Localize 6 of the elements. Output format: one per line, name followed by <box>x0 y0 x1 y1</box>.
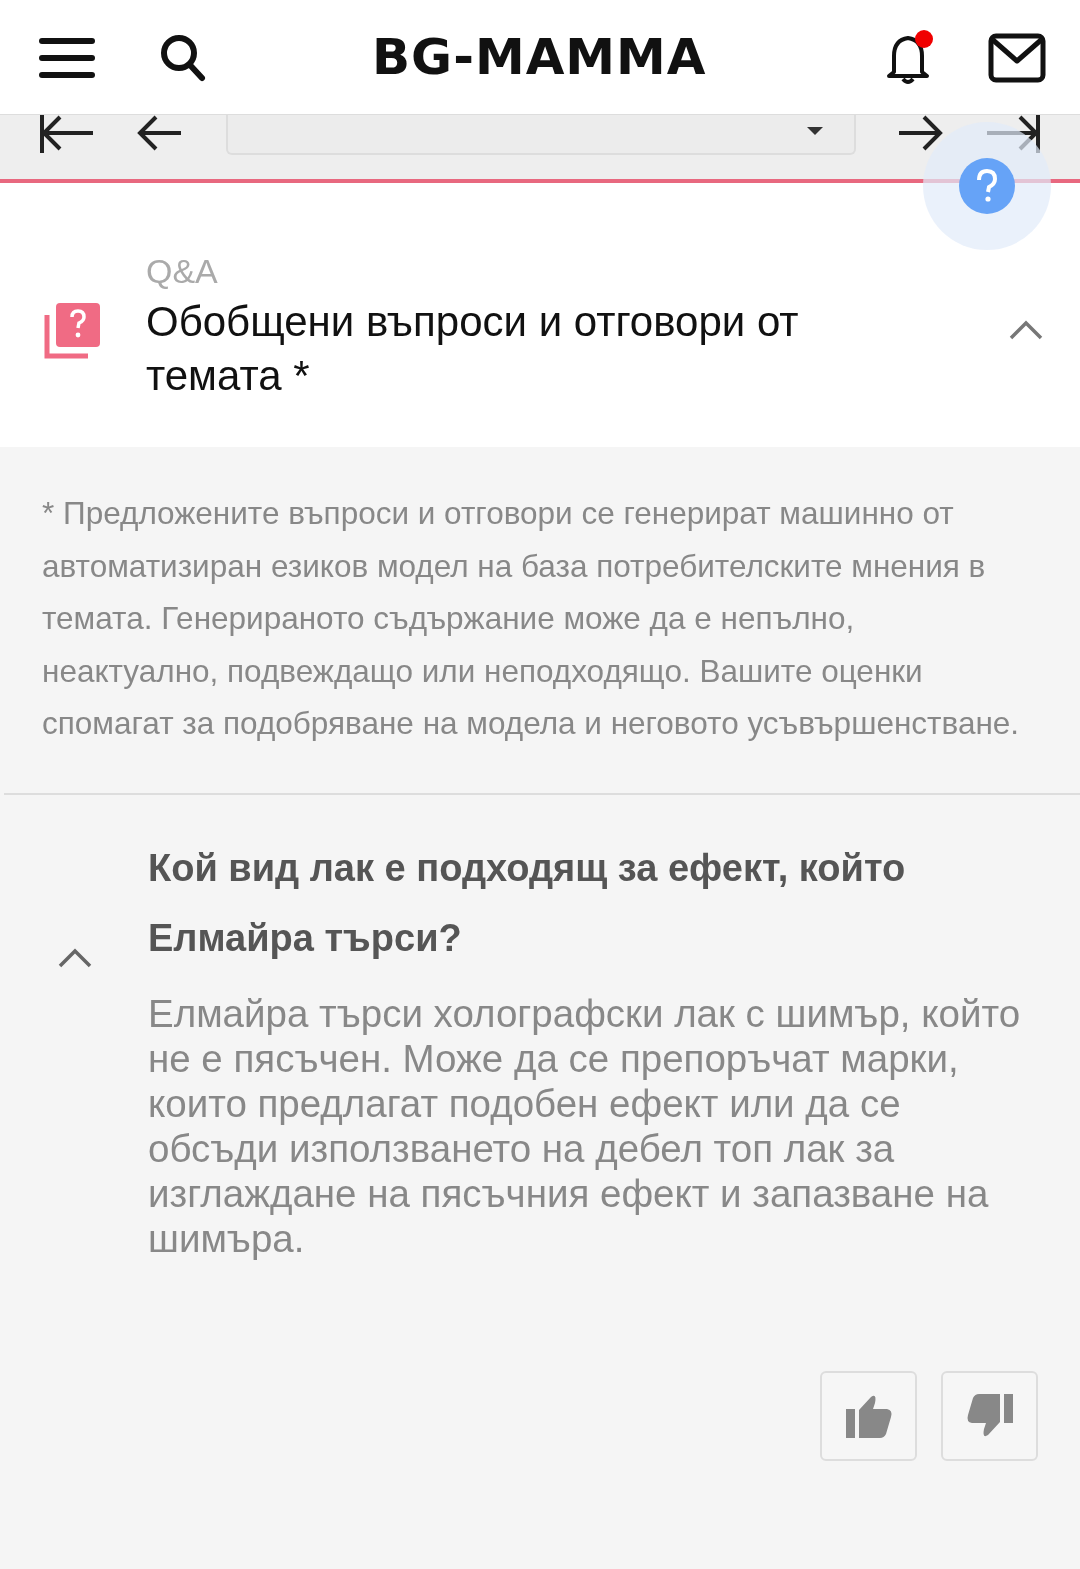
answer-text: Елмайра търси холографски лак с шимър, който не е пясъчен. Може да се препоръчат марки, които предлагат подобен ефект или да се обсъди използването на дебел топ лак за изглаждане на пясъчния ефект и запазване на шимъра. <box>148 990 1022 1261</box>
site-logo[interactable]: BG-MAMMA <box>372 28 707 86</box>
section-label: Q&A <box>146 251 219 291</box>
disclaimer-text: * Предложените въпроси и отговори се генерират машинно от автоматизиран езиков модел на база потребителските мнения в темата. Генерираното съдържание може да е непълно, неактуално, подвеждащо или неподходящо. Вашите оценки спомагат за подобряване на модела и неговото усъвършенстване. <box>41 494 1021 743</box>
section-title: Обобщени въпроси и отговори от темата * <box>146 297 800 401</box>
question-text[interactable]: Кой вид лак е подходящ за ефект, който Елмайра търси? <box>148 832 1038 973</box>
